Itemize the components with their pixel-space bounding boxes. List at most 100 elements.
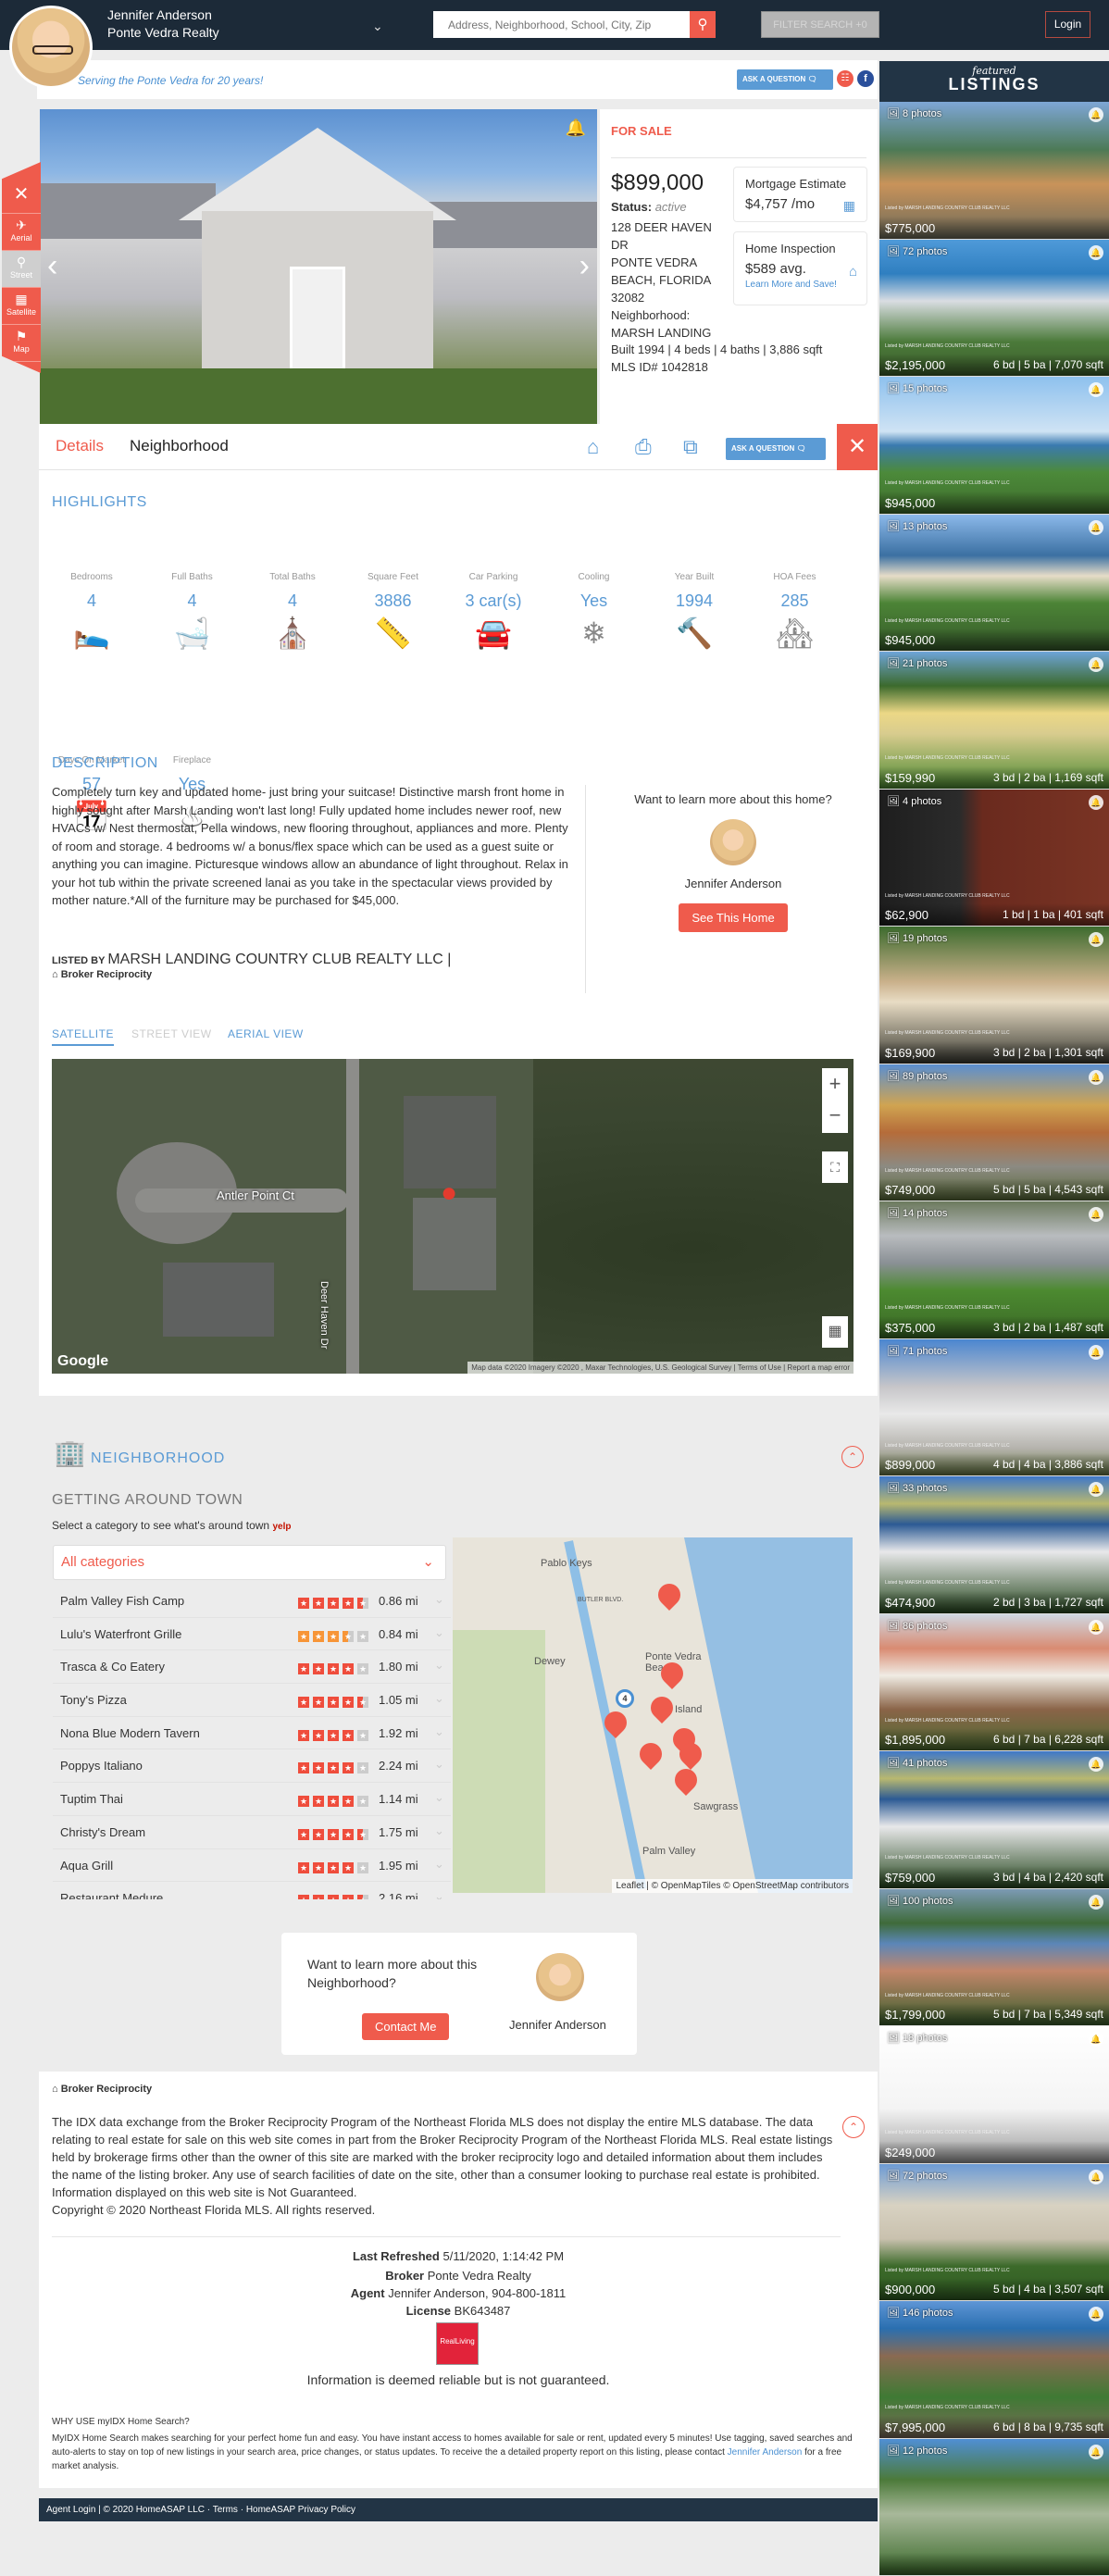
chevron-down-icon[interactable]: ⌄ bbox=[434, 1658, 444, 1673]
bell-icon[interactable]: 🔔 bbox=[1089, 2032, 1103, 2047]
bell-icon[interactable]: 🔔 bbox=[1089, 2307, 1103, 2321]
business-row[interactable]: Tuptim Thai★★★★★1.14 mi⌄ bbox=[53, 1783, 451, 1816]
bell-icon[interactable]: 🔔 bbox=[1089, 1895, 1103, 1910]
chevron-down-icon[interactable]: ⌄ bbox=[434, 1625, 444, 1640]
business-row[interactable]: Palm Valley Fish Camp★★★★★0.86 mi⌄ bbox=[53, 1585, 451, 1618]
bell-icon[interactable]: 🔔 bbox=[1089, 932, 1103, 947]
chevron-down-icon[interactable]: ⌄ bbox=[434, 1823, 444, 1838]
map-marker[interactable] bbox=[635, 1738, 667, 1770]
featured-listing-card[interactable]: 🖼 18 photos🔔Listed by MARSH LANDING COUN… bbox=[879, 2026, 1109, 2164]
business-row[interactable]: Christy's Dream★★★★★1.75 mi⌄ bbox=[53, 1816, 451, 1849]
chevron-left-icon[interactable]: ‹ bbox=[47, 248, 57, 284]
featured-listing-card[interactable]: 🖼 15 photos🔔Listed by MARSH LANDING COUN… bbox=[879, 377, 1109, 515]
business-row[interactable]: Aqua Grill★★★★★1.95 mi⌄ bbox=[53, 1849, 451, 1883]
featured-listing-card[interactable]: 🖼 41 photos🔔Listed by MARSH LANDING COUN… bbox=[879, 1751, 1109, 1889]
business-row[interactable]: Trasca & Co Eatery★★★★★1.80 mi⌄ bbox=[53, 1650, 451, 1684]
business-row[interactable]: Tony's Pizza★★★★★1.05 mi⌄ bbox=[53, 1684, 451, 1717]
featured-listing-card[interactable]: 🖼 86 photos🔔Listed by MARSH LANDING COUN… bbox=[879, 1614, 1109, 1752]
chevron-down-icon[interactable]: ⌄ bbox=[434, 1724, 444, 1739]
featured-listing-card[interactable]: 🖼 21 photos🔔Listed by MARSH LANDING COUN… bbox=[879, 652, 1109, 790]
fullscreen-button[interactable]: ⛶ bbox=[822, 1151, 848, 1183]
chevron-down-icon[interactable]: ⌄ bbox=[434, 1757, 444, 1772]
hero-photo[interactable]: ‹ › 🔔 bbox=[40, 109, 597, 424]
bell-icon[interactable]: 🔔 bbox=[1089, 2170, 1103, 2184]
area-map[interactable]: Pablo Keys BUTLER BLVD. Dewey Ponte Vedr… bbox=[453, 1537, 853, 1893]
bell-icon[interactable]: 🔔 bbox=[1089, 795, 1103, 810]
chevron-down-icon[interactable]: ⌄ bbox=[434, 1691, 444, 1706]
agent-link[interactable]: Jennifer Anderson bbox=[728, 2447, 803, 2458]
featured-listing-card[interactable]: 🖼 71 photos🔔Listed by MARSH LANDING COUN… bbox=[879, 1339, 1109, 1477]
featured-listing-card[interactable]: 🖼 12 photos🔔 bbox=[879, 2439, 1109, 2576]
map-marker[interactable] bbox=[646, 1692, 678, 1724]
bottom-bar[interactable]: Agent Login | © 2020 HomeASAP LLC · Term… bbox=[39, 2498, 878, 2521]
bell-icon[interactable]: 🔔 bbox=[1089, 107, 1103, 122]
bell-icon[interactable]: 🔔 bbox=[1089, 1620, 1103, 1635]
featured-listing-card[interactable]: 🖼 89 photos🔔Listed by MARSH LANDING COUN… bbox=[879, 1064, 1109, 1202]
featured-listing-card[interactable]: 🖼 8 photos🔔Listed by MARSH LANDING COUNT… bbox=[879, 102, 1109, 240]
chevron-right-icon[interactable]: › bbox=[579, 248, 590, 284]
featured-listing-card[interactable]: 🖼 33 photos🔔Listed by MARSH LANDING COUN… bbox=[879, 1476, 1109, 1614]
see-this-home-button[interactable]: See This Home bbox=[679, 903, 787, 932]
learn-more-link[interactable]: Learn More and Save! bbox=[745, 280, 855, 290]
category-select[interactable]: All categories⌄ bbox=[53, 1545, 446, 1580]
bell-icon[interactable]: 🔔 bbox=[1089, 382, 1103, 397]
featured-listing-card[interactable]: 🖼 146 photos🔔Listed by MARSH LANDING COU… bbox=[879, 2301, 1109, 2439]
tab-street-view[interactable]: STREET VIEW bbox=[131, 1027, 212, 1040]
bell-icon[interactable]: 🔔 bbox=[1089, 1482, 1103, 1497]
mortgage-estimate-card[interactable]: Mortgage Estimate $4,757 /mo ▦ bbox=[733, 167, 867, 222]
chevron-down-icon[interactable]: ⌄ bbox=[372, 19, 385, 31]
zoom-out-button[interactable]: − bbox=[822, 1100, 848, 1131]
tab-neighborhood[interactable]: Neighborhood bbox=[130, 437, 229, 455]
tab-satellite[interactable]: SATELLITE bbox=[52, 1027, 114, 1046]
chevron-down-icon[interactable]: ⌄ bbox=[434, 1857, 444, 1872]
satellite-view-button[interactable]: ▦Satellite bbox=[2, 288, 41, 325]
bell-icon[interactable]: 🔔 bbox=[1089, 657, 1103, 672]
collapse-up-icon[interactable]: ⌃ bbox=[842, 2116, 865, 2138]
map-marker[interactable] bbox=[670, 1764, 702, 1796]
bell-icon[interactable]: 🔔 bbox=[1089, 1207, 1103, 1222]
featured-listing-card[interactable]: 🖼 100 photos🔔Listed by MARSH LANDING COU… bbox=[879, 1889, 1109, 2027]
ask-question-button[interactable]: ASK A QUESTION 🗨 bbox=[737, 69, 833, 90]
bell-icon[interactable]: 🔔 bbox=[1089, 1345, 1103, 1360]
close-details-button[interactable]: ✕ bbox=[837, 424, 878, 470]
chevron-down-icon[interactable]: ⌄ bbox=[434, 1592, 444, 1607]
facebook-icon[interactable]: f bbox=[857, 70, 874, 87]
tab-aerial-view[interactable]: AERIAL VIEW bbox=[228, 1027, 304, 1040]
search-input[interactable] bbox=[433, 11, 683, 38]
featured-listing-card[interactable]: 🖼 13 photos🔔Listed by MARSH LANDING COUN… bbox=[879, 515, 1109, 653]
bell-icon[interactable]: 🔔 bbox=[1089, 1757, 1103, 1772]
featured-listing-card[interactable]: 🖼 19 photos🔔Listed by MARSH LANDING COUN… bbox=[879, 927, 1109, 1064]
virtual-tour-icon[interactable]: ⌂ bbox=[587, 435, 599, 459]
agent-name[interactable]: Jennifer Anderson bbox=[107, 7, 212, 22]
business-row[interactable]: Poppys Italiano★★★★★2.24 mi⌄ bbox=[53, 1749, 451, 1783]
map-view-button[interactable]: ⚑Map bbox=[2, 325, 41, 362]
aerial-view-button[interactable]: ✈Aerial bbox=[2, 214, 41, 251]
business-row[interactable]: Lulu's Waterfront Grille★★★★★0.84 mi⌄ bbox=[53, 1618, 451, 1651]
agent-avatar[interactable] bbox=[9, 6, 93, 89]
close-view-button[interactable]: ✕ bbox=[2, 177, 41, 214]
business-row[interactable]: Restaurant Medure★★★★★2.16 mi⌄ bbox=[53, 1882, 451, 1899]
tab-details[interactable]: Details bbox=[56, 437, 104, 455]
map-cluster[interactable]: 4 bbox=[616, 1689, 634, 1708]
satellite-map[interactable]: Antler Point Ct Deer Haven Dr ● + − ⛶ ▦ … bbox=[52, 1059, 854, 1374]
featured-listing-card[interactable]: 🖼 4 photos🔔Listed by MARSH LANDING COUNT… bbox=[879, 790, 1109, 927]
print-icon[interactable]: ⎙ bbox=[635, 435, 652, 459]
map-pin-icon[interactable]: ● bbox=[441, 1177, 457, 1209]
contact-me-button[interactable]: Contact Me bbox=[362, 2013, 449, 2040]
bell-icon[interactable]: 🔔 bbox=[1089, 520, 1103, 535]
filter-search-button[interactable]: FILTER SEARCH +0 bbox=[761, 11, 879, 38]
chevron-down-icon[interactable]: ⌄ bbox=[434, 1790, 444, 1805]
share-icon[interactable]: ⧉ bbox=[683, 435, 698, 459]
map-type-button[interactable]: ▦ bbox=[822, 1316, 848, 1348]
bell-icon[interactable]: 🔔 bbox=[566, 118, 586, 138]
business-row[interactable]: Nona Blue Modern Tavern★★★★★1.92 mi⌄ bbox=[53, 1717, 451, 1750]
chevron-down-icon[interactable]: ⌄ bbox=[434, 1889, 444, 1899]
bell-icon[interactable]: 🔔 bbox=[1089, 2445, 1103, 2459]
search-button[interactable]: ⚲ bbox=[690, 11, 716, 38]
bell-icon[interactable]: 🔔 bbox=[1089, 1070, 1103, 1085]
zoom-in-button[interactable]: + bbox=[822, 1068, 848, 1100]
ask-question-button-secondary[interactable]: ASK A QUESTION 🗨 bbox=[726, 438, 826, 460]
street-view-button[interactable]: ⚲Street bbox=[2, 251, 41, 288]
bell-icon[interactable]: 🔔 bbox=[1089, 245, 1103, 260]
map-marker[interactable] bbox=[654, 1579, 685, 1611]
